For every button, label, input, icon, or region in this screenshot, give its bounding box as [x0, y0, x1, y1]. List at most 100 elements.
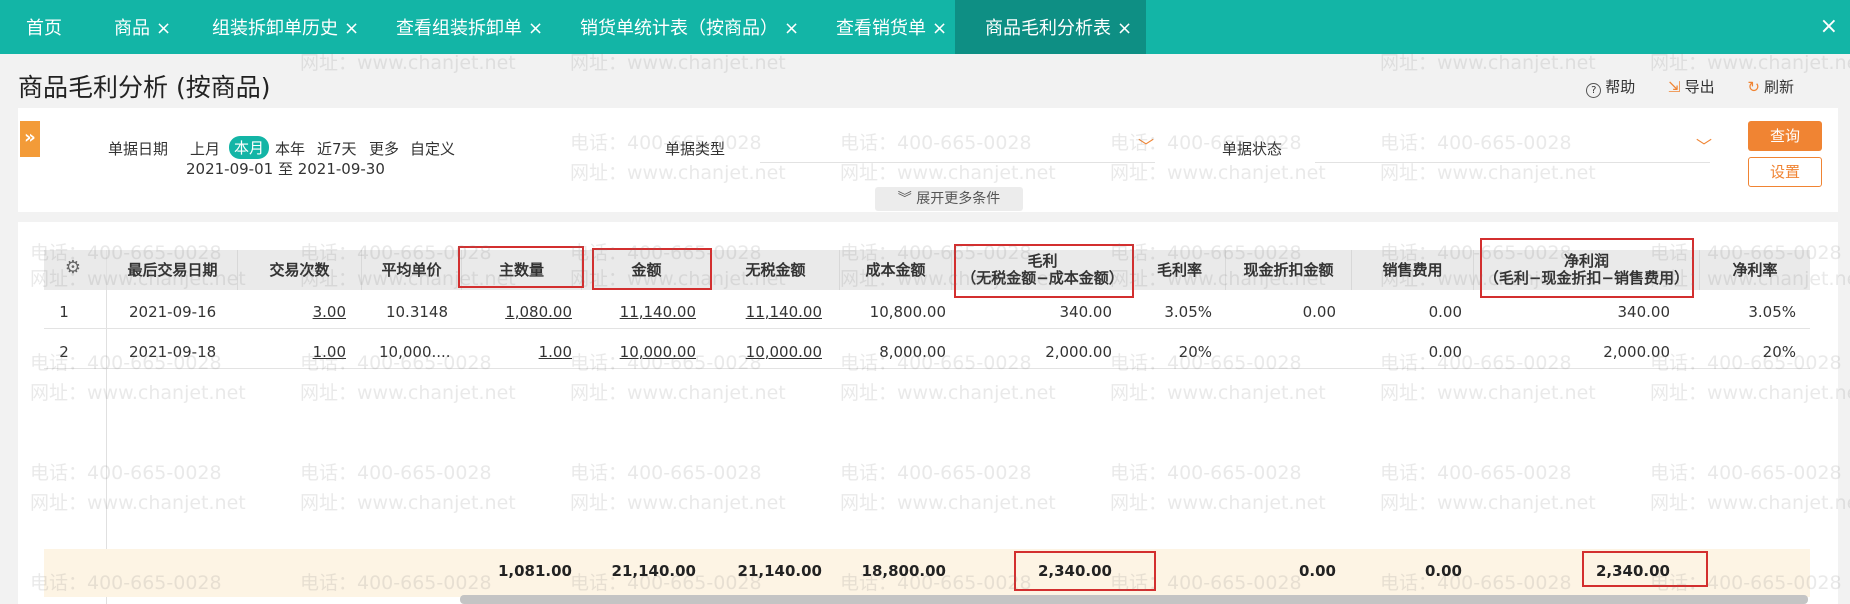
tab-label: 查看销货单: [836, 18, 926, 39]
close-icon[interactable]: ×: [784, 18, 799, 39]
table-cell: 2021-09-18: [129, 343, 217, 361]
col-gross-rate[interactable]: 毛利率: [1134, 250, 1226, 290]
col-count[interactable]: 交易次数: [238, 250, 362, 290]
total-qty: 1,081.00: [497, 562, 572, 580]
table-cell: 3.05%: [1164, 303, 1212, 321]
table-cell: 340.00: [1059, 303, 1113, 321]
table-cell: 10,000....: [379, 343, 451, 361]
highlight-box: [1582, 551, 1708, 587]
col-last-date[interactable]: 最后交易日期: [108, 250, 238, 290]
table-cell-link[interactable]: 3.00: [238, 303, 346, 321]
col-notax[interactable]: 无税金额: [712, 250, 840, 290]
column-settings-icon[interactable]: ⚙: [64, 259, 82, 277]
col-sales-fee[interactable]: 销售费用: [1352, 250, 1474, 290]
close-icon[interactable]: ×: [932, 18, 947, 39]
tab-bar: 首页 商品 × 组装拆卸单历史 × 查看组装拆卸单 × 销货单统计表（按商品） × 查看…: [0, 0, 1850, 54]
col-net-rate[interactable]: 净利率: [1700, 250, 1810, 290]
col-cash-disc[interactable]: 现金折扣金额: [1226, 250, 1352, 290]
period-this-month[interactable]: 本月: [229, 136, 270, 159]
row-index: 2: [59, 343, 69, 361]
date-label: 单据日期: [108, 140, 169, 158]
tab-home[interactable]: 首页: [26, 0, 62, 54]
table-cell: 340.00: [1617, 303, 1671, 321]
tab-sales-stats[interactable]: 销货单统计表（按商品） ×: [580, 0, 799, 54]
table-cell-link[interactable]: 11,140.00: [582, 303, 696, 321]
date-range: 2021-09-01 至 2021-09-30: [186, 160, 385, 178]
total-amount: 21,140.00: [611, 562, 696, 580]
period-last-month[interactable]: 上月: [190, 138, 220, 159]
table-cell-link[interactable]: 11,140.00: [712, 303, 822, 321]
settings-button[interactable]: 设置: [1748, 157, 1822, 187]
highlight-box: [1480, 238, 1694, 298]
total-sales-fee: 0.00: [1424, 562, 1462, 580]
help-button[interactable]: ? 帮助: [1586, 78, 1635, 98]
tab-view-sales[interactable]: 查看销货单 ×: [836, 0, 947, 54]
highlight-box: [954, 244, 1134, 298]
table-cell-link[interactable]: 1.00: [238, 343, 346, 361]
table-cell: 0.00: [1302, 303, 1336, 321]
help-icon: ?: [1586, 83, 1602, 98]
close-icon[interactable]: ×: [156, 18, 171, 39]
close-icon[interactable]: ×: [344, 18, 359, 39]
horizontal-scrollbar[interactable]: [460, 595, 1808, 604]
table-cell: 2,000.00: [1045, 343, 1112, 361]
chevron-down-icon[interactable]: ﹀: [1138, 133, 1154, 157]
expand-sidebar-button[interactable]: »: [20, 121, 40, 157]
table-cell: 8,000.00: [879, 343, 946, 361]
row-divider: [44, 328, 1810, 329]
period-this-year[interactable]: 本年: [275, 138, 305, 159]
tab-products[interactable]: 商品 ×: [114, 0, 171, 54]
doc-type-select[interactable]: [760, 162, 1155, 163]
table-cell: 0.00: [1428, 303, 1462, 321]
col-avg-price[interactable]: 平均单价: [362, 250, 462, 290]
period-7-days[interactable]: 近7天: [317, 138, 357, 159]
doc-status-label: 单据状态: [1222, 140, 1283, 158]
table-cell-link[interactable]: 1.00: [462, 343, 572, 361]
table-cell: 2021-09-16: [129, 303, 217, 321]
tab-assembly-history[interactable]: 组装拆卸单历史 ×: [212, 0, 359, 54]
total-notax: 21,140.00: [737, 562, 822, 580]
doc-status-select[interactable]: [1315, 162, 1710, 163]
page-title: 商品毛利分析 (按商品): [18, 73, 271, 102]
table-cell-link[interactable]: 1,080.00: [462, 303, 572, 321]
query-button[interactable]: 查询: [1748, 121, 1822, 151]
tab-label: 销货单统计表（按商品）: [580, 18, 778, 39]
tab-label: 组装拆卸单历史: [212, 18, 338, 39]
period-more[interactable]: 更多: [369, 138, 399, 159]
row-divider: [44, 368, 1810, 369]
table-cell: 10,800.00: [869, 303, 946, 321]
highlight-box: [458, 246, 584, 288]
tab-label: 商品毛利分析表: [985, 18, 1111, 39]
highlight-box: [1014, 551, 1156, 591]
tab-label: 首页: [26, 18, 62, 39]
chevron-down-icon[interactable]: ﹀: [1696, 133, 1712, 157]
tab-gross-profit[interactable]: 商品毛利分析表 ×: [955, 0, 1147, 54]
table-cell: 0.00: [1428, 343, 1462, 361]
table-cell: 10.3148: [385, 303, 448, 321]
total-cash-disc: 0.00: [1298, 562, 1336, 580]
refresh-button[interactable]: ↻ 刷新: [1747, 78, 1794, 96]
tab-view-assembly[interactable]: 查看组装拆卸单 ×: [396, 0, 543, 54]
toolbar: ? 帮助 ⇲ 导出 ↻ 刷新: [1558, 76, 1794, 98]
table-cell: 20%: [1178, 343, 1212, 361]
tab-label: 商品: [114, 18, 150, 39]
chevrons-down-icon: ︾: [897, 191, 917, 207]
expand-conditions-button[interactable]: ︾ 展开更多条件: [875, 187, 1023, 211]
export-button[interactable]: ⇲ 导出: [1668, 78, 1715, 96]
window-close-icon[interactable]: ×: [1820, 14, 1838, 39]
col-cost[interactable]: 成本金额: [840, 250, 952, 290]
total-cost: 18,800.00: [861, 562, 946, 580]
highlight-box: [592, 248, 712, 290]
table-cell-link[interactable]: 10,000.00: [712, 343, 822, 361]
period-custom[interactable]: 自定义: [410, 138, 455, 159]
table-cell: 20%: [1762, 343, 1796, 361]
close-icon[interactable]: ×: [528, 18, 543, 39]
tab-label: 查看组装拆卸单: [396, 18, 522, 39]
table-cell: 2,000.00: [1603, 343, 1670, 361]
close-icon[interactable]: ×: [1117, 18, 1132, 39]
table-cell-link[interactable]: 10,000.00: [582, 343, 696, 361]
doc-type-label: 单据类型: [665, 140, 726, 158]
refresh-icon: ↻: [1747, 78, 1760, 96]
export-icon: ⇲: [1668, 78, 1681, 96]
table-cell: 3.05%: [1748, 303, 1796, 321]
